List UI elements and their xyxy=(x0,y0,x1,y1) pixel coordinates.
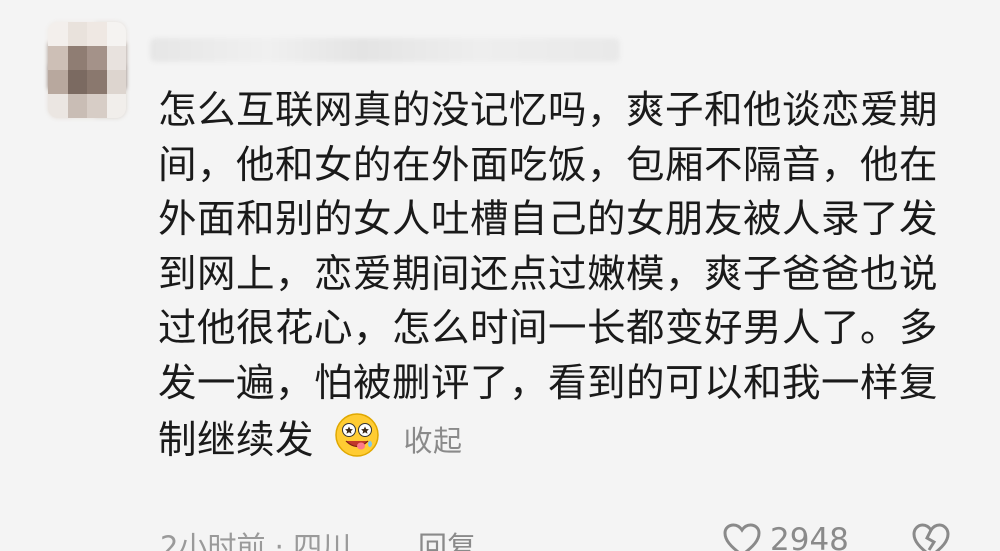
comment-line: 外面和别的女人吐槽自己的女朋友被人录了发 xyxy=(158,197,939,242)
comment-line: 间，他和女的在外面吃饭，包厢不隔音，他在 xyxy=(158,142,939,188)
avatar-mosaic xyxy=(48,22,126,118)
comment-line: 制继续发 xyxy=(158,418,315,463)
collapse-link[interactable]: 收起 xyxy=(404,424,463,458)
reply-button[interactable]: 回复 xyxy=(418,524,476,551)
like-count: 2948 xyxy=(770,522,849,551)
heart-icon xyxy=(723,523,761,551)
comment-body: 怎么互联网真的没记忆吗，爽子和他谈恋爱期 间，他和女的在外面吃饭，包厢不隔音，他… xyxy=(158,84,948,469)
like-button[interactable]: 2948 xyxy=(722,522,849,551)
comment-line: 过他很花心，怎么时间一长都变好男人了。多 xyxy=(158,306,939,351)
comment-line: 怎么互联网真的没记忆吗，爽子和他谈恋爱期 xyxy=(158,88,939,133)
broken-heart-icon xyxy=(912,523,950,551)
comment-item: 怎么互联网真的没记忆吗，爽子和他谈恋爱期 间，他和女的在外面吃饭，包厢不隔音，他… xyxy=(0,0,1000,551)
comment-line: 到网上，恋爱期间还点过嫩模，爽子爸爸也说 xyxy=(158,251,939,297)
comment-meta-time-location: 2小时前 · 四川 xyxy=(160,530,352,551)
heart-eyes-drool-emoji-icon xyxy=(335,413,379,457)
comment-last-line: 制继续发 收起 xyxy=(158,411,948,469)
dislike-button[interactable] xyxy=(910,520,952,551)
username-blurred[interactable] xyxy=(150,38,620,62)
comment-line: 发一遍，怕被删评了，看到的可以和我一样复 xyxy=(158,360,939,406)
